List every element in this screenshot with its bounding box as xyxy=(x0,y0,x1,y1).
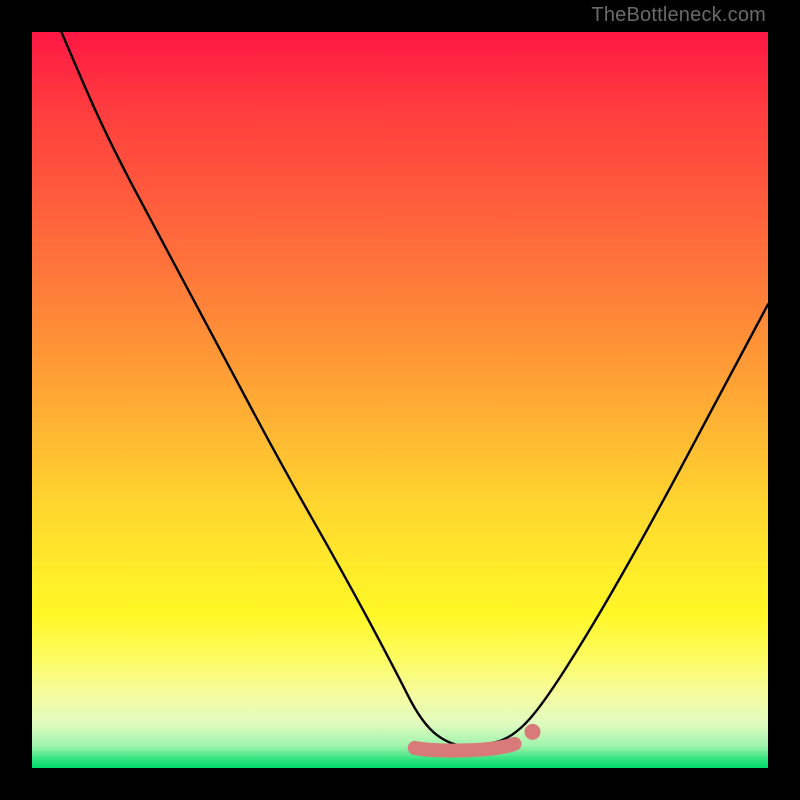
chart-container: TheBottleneck.com xyxy=(0,0,800,800)
floor-end-dot xyxy=(525,724,541,740)
floor-band xyxy=(415,744,515,751)
curve-path-group xyxy=(61,32,768,751)
curve-layer xyxy=(32,32,768,768)
watermark-text: TheBottleneck.com xyxy=(591,4,766,27)
plot-area xyxy=(32,32,768,768)
bottleneck-curve xyxy=(61,32,768,746)
